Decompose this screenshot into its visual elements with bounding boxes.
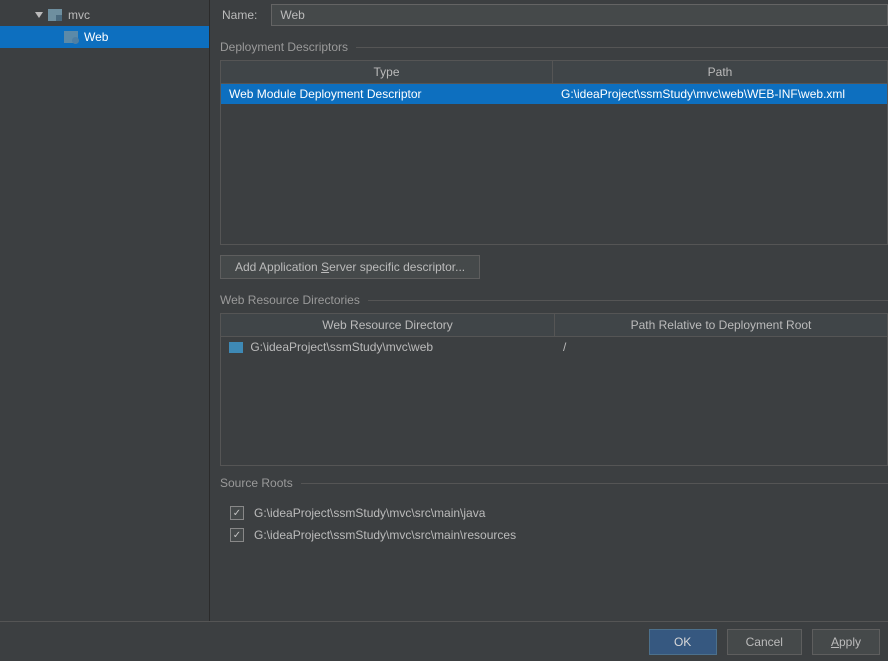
source-root-item[interactable]: ✓ G:\ideaProject\ssmStudy\mvc\src\main\j… [230, 502, 888, 524]
table-row[interactable]: Web Module Deployment Descriptor G:\idea… [221, 84, 887, 104]
facet-config-panel: Name: Deployment Descriptors Type Path W… [210, 0, 888, 621]
name-input[interactable] [271, 4, 888, 26]
web-resource-table: Web Resource Directory Path Relative to … [220, 313, 888, 466]
column-header-relative-path[interactable]: Path Relative to Deployment Root [555, 314, 887, 336]
checkbox-icon[interactable]: ✓ [230, 528, 244, 542]
chevron-down-icon [34, 10, 44, 20]
cell-directory: G:\ideaProject\ssmStudy\mvc\web [221, 337, 555, 357]
column-header-directory[interactable]: Web Resource Directory [221, 314, 555, 336]
cell-type: Web Module Deployment Descriptor [221, 84, 553, 104]
section-header-deployment-descriptors: Deployment Descriptors [212, 36, 888, 60]
tree-node-label: Web [84, 30, 108, 44]
cell-path: G:\ideaProject\ssmStudy\mvc\web\WEB-INF\… [553, 84, 887, 104]
apply-button[interactable]: Apply [812, 629, 880, 655]
column-header-type[interactable]: Type [221, 61, 553, 83]
tree-node-mvc[interactable]: mvc [0, 4, 209, 26]
cell-relative-path: / [555, 337, 887, 357]
tree-node-web[interactable]: Web [0, 26, 209, 48]
column-header-path[interactable]: Path [553, 61, 887, 83]
source-root-item[interactable]: ✓ G:\ideaProject\ssmStudy\mvc\src\main\r… [230, 524, 888, 546]
cancel-button[interactable]: Cancel [727, 629, 802, 655]
ok-button[interactable]: OK [649, 629, 717, 655]
web-facet-icon [64, 31, 78, 43]
add-descriptor-button[interactable]: Add Application Server specific descript… [220, 255, 480, 279]
checkbox-icon[interactable]: ✓ [230, 506, 244, 520]
deployment-descriptors-table: Type Path Web Module Deployment Descript… [220, 60, 888, 245]
folder-icon [48, 9, 62, 21]
section-header-source-roots: Source Roots [212, 472, 888, 496]
tree-node-label: mvc [68, 8, 90, 22]
folder-icon [229, 342, 243, 353]
dialog-button-bar: OK Cancel Apply [0, 621, 888, 661]
source-root-path: G:\ideaProject\ssmStudy\mvc\src\main\jav… [254, 506, 485, 520]
table-row[interactable]: G:\ideaProject\ssmStudy\mvc\web / [221, 337, 887, 357]
source-root-path: G:\ideaProject\ssmStudy\mvc\src\main\res… [254, 528, 516, 542]
module-tree-panel: mvc Web [0, 0, 210, 621]
name-label: Name: [222, 8, 257, 22]
section-header-web-resource-directories: Web Resource Directories [212, 289, 888, 313]
